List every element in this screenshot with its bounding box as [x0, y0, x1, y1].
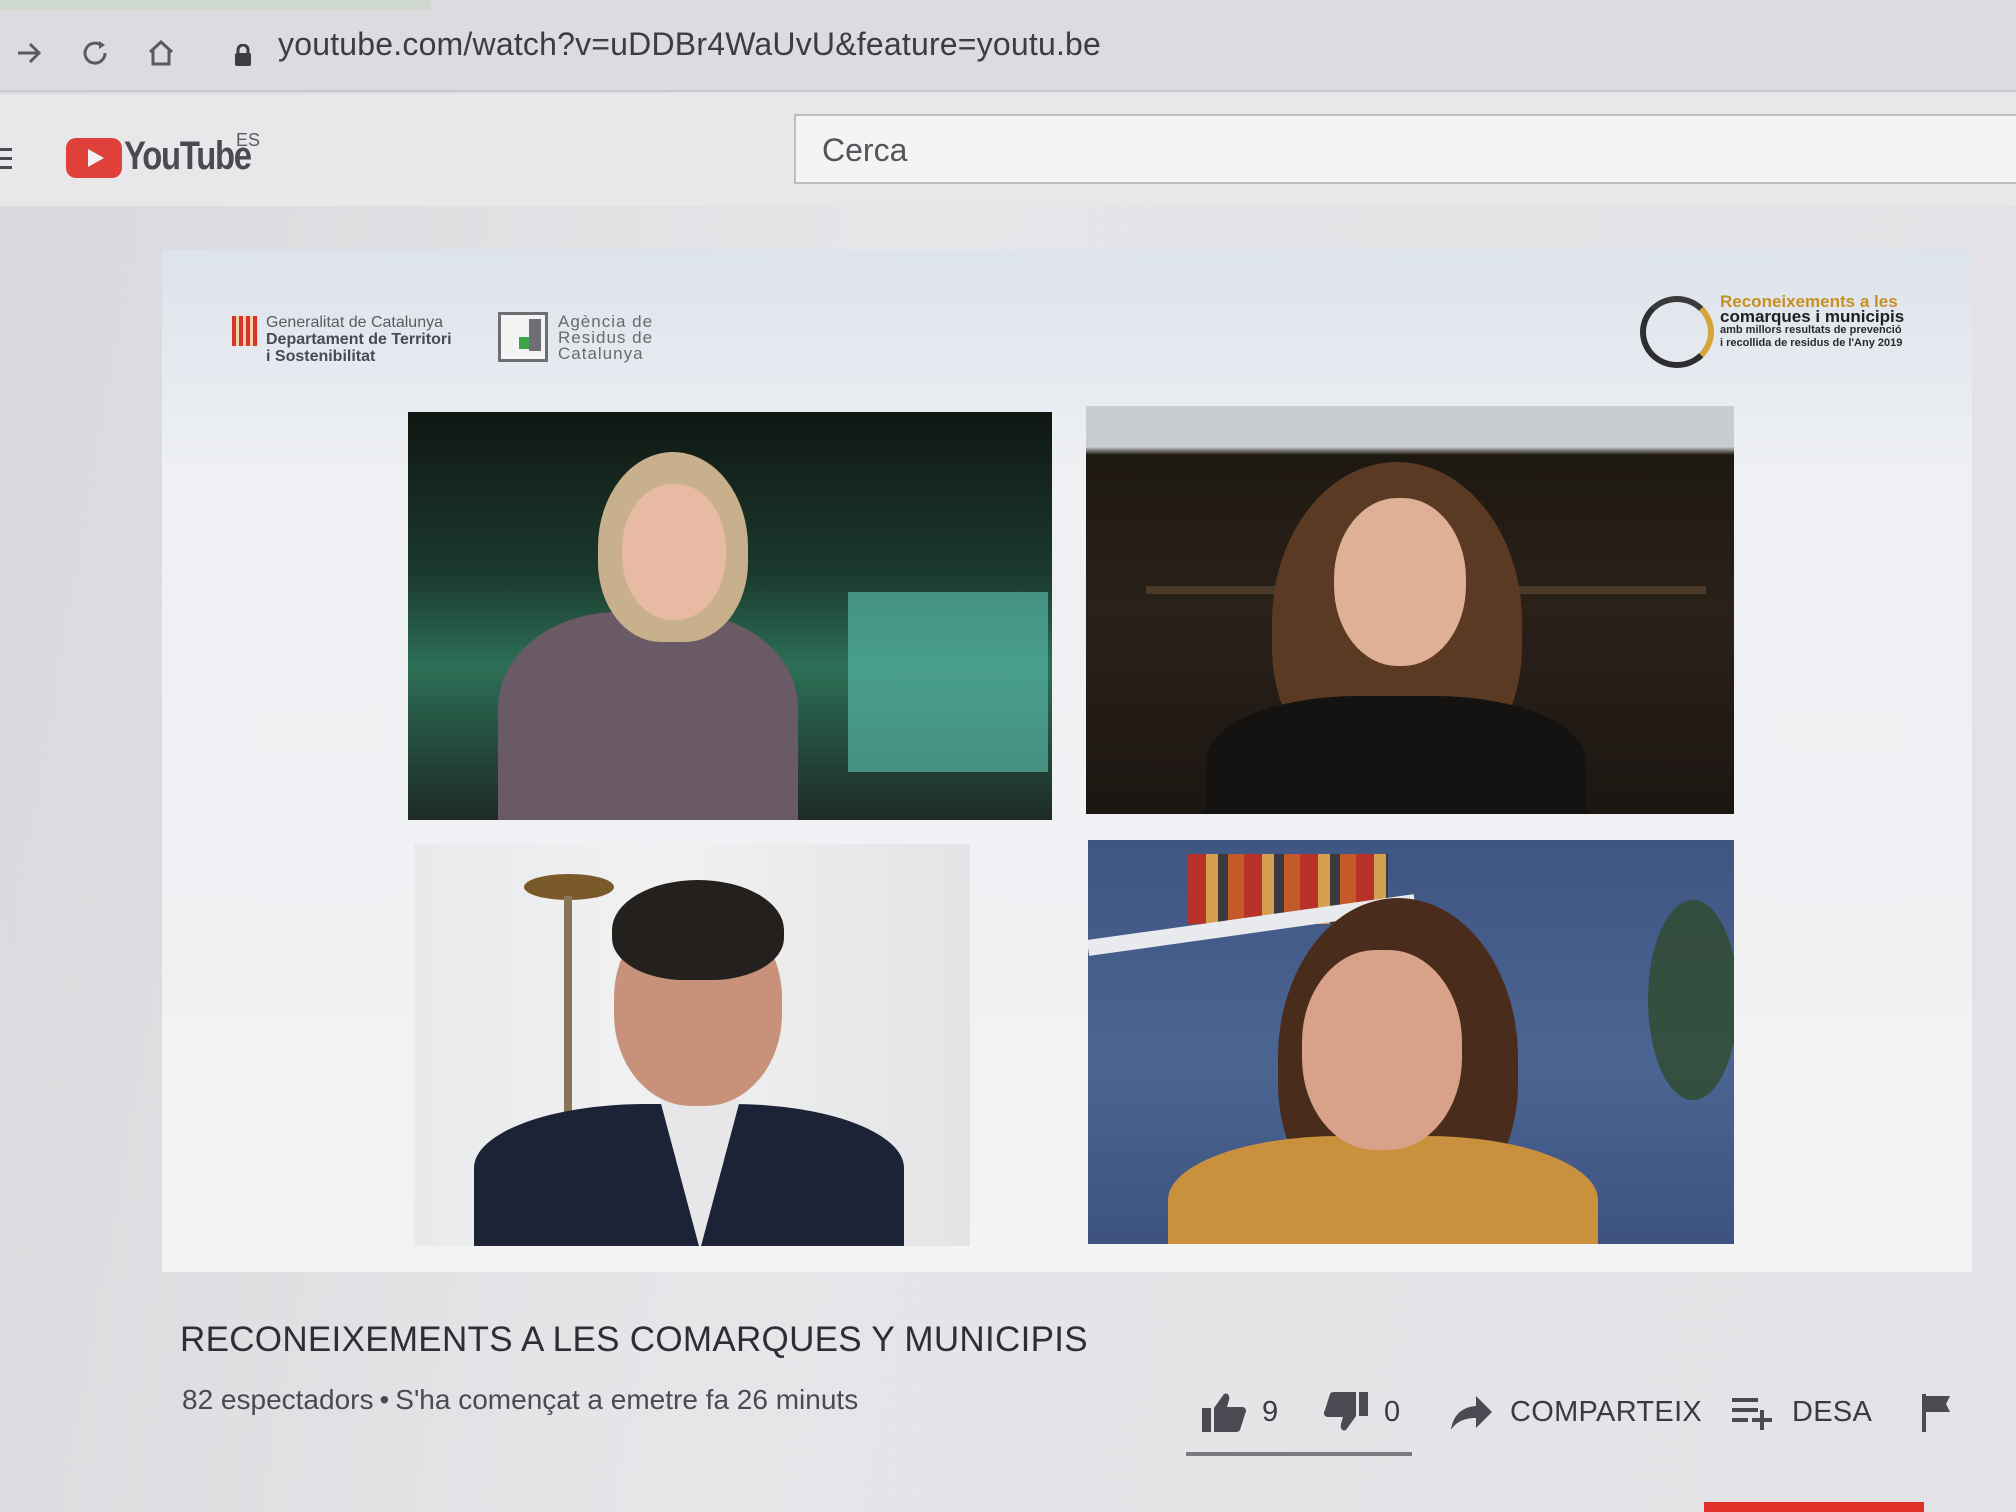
- gencat-line2: Departament de Territori: [266, 331, 452, 348]
- menu-icon[interactable]: [0, 148, 14, 172]
- video-actions: 9 0 COMPARTEIX DESA: [1186, 1380, 1966, 1460]
- forward-button[interactable]: [6, 30, 52, 76]
- participant-video-4: [1088, 840, 1734, 1244]
- arc-mark-icon: [498, 312, 548, 362]
- save-label: DESA: [1792, 1395, 1873, 1428]
- participant-video-3: [414, 844, 970, 1246]
- reload-icon: [83, 41, 107, 65]
- flag-icon: [1922, 1394, 1950, 1432]
- generalitat-text: Generalitat de Catalunya Departament de …: [266, 314, 452, 365]
- gencat-line3: i Sostenibilitat: [266, 348, 376, 365]
- participant-hair: [612, 880, 784, 980]
- home-icon: [148, 39, 174, 66]
- youtube-logo-icon[interactable]: [66, 138, 122, 178]
- video-title: RECONEIXEMENTS A LES COMARQUES Y MUNICIP…: [180, 1320, 1088, 1359]
- search-placeholder: Cerca: [822, 132, 908, 168]
- viewer-count: 82 espectadors: [182, 1384, 374, 1415]
- video-player[interactable]: Generalitat de Catalunya Departament de …: [162, 250, 1972, 1272]
- report-button[interactable]: [1914, 1388, 1962, 1436]
- arc-line3: Catalunya: [558, 344, 644, 363]
- like-count: 9: [1262, 1395, 1279, 1428]
- participant-face: [1334, 498, 1466, 666]
- recon-line2: comarques i municipis: [1720, 307, 1905, 326]
- dislike-button[interactable]: 0: [1322, 1388, 1400, 1436]
- participant-face: [1302, 950, 1462, 1150]
- search-input[interactable]: Cerca: [794, 114, 2016, 184]
- reconeixements-logo: Reconeixements a les comarques i municip…: [1640, 292, 1920, 368]
- forward-icon: [18, 42, 42, 64]
- like-button[interactable]: 9: [1200, 1388, 1278, 1436]
- generalitat-logo: Generalitat de Catalunya Departament de …: [232, 314, 480, 370]
- share-button[interactable]: COMPARTEIX: [1448, 1388, 1702, 1436]
- gencat-line1: Generalitat de Catalunya: [266, 314, 443, 331]
- lock-icon[interactable]: [234, 44, 252, 66]
- video-meta: 82 espectadors • S'ha començat a emetre fa…: [182, 1384, 858, 1416]
- participant-body: [1206, 696, 1586, 814]
- share-label: COMPARTEIX: [1510, 1395, 1703, 1428]
- stream-started: S'ha començat a emetre fa 26 minuts: [395, 1384, 859, 1415]
- meta-separator: •: [379, 1384, 390, 1415]
- arc-logo: Agència de Residus de Catalunya: [498, 312, 668, 372]
- address-bar[interactable]: youtube.com/watch?v=uDDBr4WaUvU&feature=…: [278, 26, 1101, 63]
- youtube-masthead: YouTube ES Cerca: [0, 94, 2016, 206]
- home-button[interactable]: [138, 30, 184, 76]
- generalitat-flag-icon: [232, 316, 258, 346]
- participant-video-1: [408, 412, 1052, 820]
- thumbs-up-icon: [1202, 1393, 1246, 1432]
- reload-button[interactable]: [72, 30, 118, 76]
- participant-body: [498, 612, 798, 820]
- participant-body: [1168, 1136, 1598, 1244]
- reconeixements-text: Reconeixements a les comarques i municip…: [1720, 293, 1905, 350]
- dislike-count: 0: [1384, 1395, 1401, 1428]
- recon-line4: i recollida de residus de l'Any 2019: [1720, 337, 1903, 349]
- share-icon: [1451, 1396, 1492, 1430]
- ring-icon: [1640, 296, 1714, 368]
- region-code: ES: [236, 130, 261, 150]
- thumbs-down-icon: [1324, 1392, 1368, 1431]
- save-button[interactable]: DESA: [1730, 1388, 1872, 1436]
- participant-video-2: [1086, 406, 1734, 814]
- browser-toolbar: youtube.com/watch?v=uDDBr4WaUvU&feature=…: [0, 0, 2016, 92]
- playlist-add-icon: [1732, 1398, 1772, 1430]
- participant-face: [622, 484, 726, 620]
- tab-strip: [0, 0, 430, 10]
- like-ratio-bar: [1186, 1452, 1412, 1456]
- recon-line3: amb millors resultats de prevenció: [1720, 324, 1902, 336]
- youtube-wordmark[interactable]: YouTube: [124, 134, 252, 179]
- subscribe-button-edge[interactable]: [1704, 1502, 1924, 1512]
- arc-text: Agència de Residus de Catalunya: [558, 313, 653, 363]
